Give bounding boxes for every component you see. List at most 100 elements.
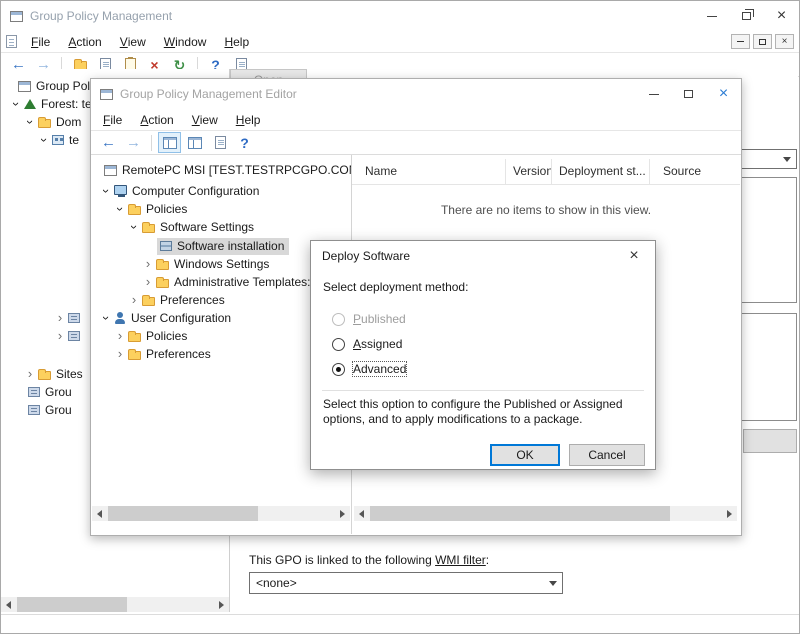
- show-action-pane-icon[interactable]: [183, 132, 206, 153]
- column-header-source[interactable]: Source: [650, 159, 740, 184]
- gpme-results-hscrollbar[interactable]: [354, 506, 737, 521]
- scroll-thumb[interactable]: [370, 506, 670, 521]
- tree-item-policies[interactable]: › Policies: [91, 200, 351, 218]
- gpo-link-icon: [68, 331, 80, 341]
- chevron-expanded-icon[interactable]: ›: [114, 202, 126, 216]
- help-icon[interactable]: ?: [233, 132, 256, 153]
- gpm-tree-hscrollbar[interactable]: [1, 597, 229, 612]
- gpme-caption-buttons: ×: [636, 79, 741, 109]
- child-window-controls: ×: [731, 34, 799, 49]
- scroll-left-icon[interactable]: [1, 597, 16, 612]
- cancel-button[interactable]: Cancel: [569, 444, 645, 466]
- gpme-window-title: Group Policy Management Editor: [120, 87, 297, 101]
- menu-help[interactable]: Help: [227, 109, 270, 130]
- menu-help[interactable]: Help: [215, 31, 258, 52]
- chevron-down-icon[interactable]: [778, 150, 796, 168]
- radio-published[interactable]: Published: [332, 311, 406, 327]
- deploy-software-dialog: Deploy Software × Select deployment meth…: [310, 240, 656, 470]
- menu-action[interactable]: Action: [131, 109, 182, 130]
- show-console-tree-icon[interactable]: [158, 132, 181, 153]
- column-header-version[interactable]: Version: [506, 159, 552, 184]
- chevron-down-icon[interactable]: [544, 573, 562, 593]
- child-minimize-icon[interactable]: [731, 34, 750, 49]
- tree-item-gpo-root[interactable]: RemotePC MSI [TEST.TESTRPCGPO.COM] P: [91, 161, 351, 179]
- minimize-icon[interactable]: [636, 79, 671, 109]
- empty-view-message: There are no items to show in this view.: [352, 203, 740, 217]
- wmi-filter-combobox[interactable]: <none>: [249, 572, 563, 594]
- menu-action[interactable]: Action: [59, 31, 110, 52]
- chevron-expanded-icon[interactable]: ›: [100, 311, 112, 325]
- package-icon: [160, 241, 172, 251]
- console-document-icon: [6, 35, 17, 48]
- ok-button[interactable]: OK: [490, 444, 560, 466]
- menu-view[interactable]: View: [183, 109, 227, 130]
- tree-item-computer-configuration[interactable]: › Computer Configuration: [91, 182, 351, 200]
- chevron-collapsed-icon[interactable]: ›: [53, 312, 67, 324]
- back-icon[interactable]: ←: [97, 132, 120, 153]
- menu-window[interactable]: Window: [155, 31, 216, 52]
- forward-icon[interactable]: →: [122, 132, 145, 153]
- close-icon[interactable]: ×: [706, 79, 741, 109]
- chevron-collapsed-icon[interactable]: ›: [23, 368, 37, 380]
- export-list-icon[interactable]: [208, 132, 231, 153]
- background-button[interactable]: [743, 429, 797, 453]
- scroll-left-icon[interactable]: [92, 506, 107, 521]
- gpme-app-icon: [100, 89, 113, 100]
- child-close-icon[interactable]: ×: [775, 34, 794, 49]
- selected-item-highlight: Software installation: [157, 238, 289, 255]
- chevron-expanded-icon[interactable]: ›: [100, 184, 112, 198]
- wmi-filter-label: This GPO is linked to the following WMI …: [249, 553, 489, 567]
- chevron-expanded-icon[interactable]: ›: [128, 220, 140, 234]
- scroll-thumb[interactable]: [108, 506, 258, 521]
- chevron-collapsed-icon[interactable]: ›: [113, 330, 127, 342]
- dialog-close-icon[interactable]: ×: [615, 243, 653, 269]
- radio-assigned-label: Assigned: [353, 337, 402, 351]
- forest-icon: [24, 99, 36, 109]
- minimize-icon[interactable]: [694, 1, 729, 31]
- maximize-icon[interactable]: [671, 79, 706, 109]
- radio-circle-selected-icon: [332, 363, 345, 376]
- chevron-collapsed-icon[interactable]: ›: [141, 258, 155, 270]
- radio-assigned[interactable]: Assigned: [332, 336, 402, 352]
- results-icon: [28, 405, 40, 415]
- menu-file[interactable]: File: [94, 109, 131, 130]
- chevron-collapsed-icon[interactable]: ›: [141, 276, 155, 288]
- scroll-left-icon[interactable]: [354, 506, 369, 521]
- column-header-name[interactable]: Name: [352, 159, 506, 184]
- console-icon: [18, 81, 31, 92]
- radio-advanced[interactable]: Advanced: [332, 361, 406, 377]
- folder-icon: [38, 371, 51, 380]
- radio-advanced-label: Advanced: [353, 362, 406, 376]
- child-restore-icon[interactable]: [753, 34, 772, 49]
- scroll-thumb[interactable]: [17, 597, 127, 612]
- menu-file[interactable]: File: [22, 31, 59, 52]
- gpo-icon: [104, 165, 117, 176]
- scroll-right-icon[interactable]: [335, 506, 350, 521]
- column-header-deployment-state[interactable]: Deployment st...: [552, 159, 650, 184]
- tree-item-software-settings[interactable]: › Software Settings: [91, 218, 351, 236]
- gpm-app-icon: [10, 11, 23, 22]
- scroll-track[interactable]: [16, 597, 214, 612]
- folder-icon: [128, 333, 141, 342]
- gpme-toolbar: ← → ?: [91, 131, 741, 155]
- scroll-track[interactable]: [369, 506, 722, 521]
- radio-circle-icon: [332, 338, 345, 351]
- close-icon[interactable]: ×: [764, 1, 799, 31]
- divider: [1, 614, 799, 615]
- chevron-collapsed-icon[interactable]: ›: [113, 348, 127, 360]
- chevron-collapsed-icon[interactable]: ›: [127, 294, 141, 306]
- scroll-track[interactable]: [107, 506, 335, 521]
- gpme-tree-hscrollbar[interactable]: [92, 506, 350, 521]
- toolbar-separator: [151, 135, 152, 151]
- modeling-icon: [28, 387, 40, 397]
- scroll-right-icon[interactable]: [722, 506, 737, 521]
- menu-view[interactable]: View: [111, 31, 155, 52]
- chevron-expanded-icon[interactable]: ›: [10, 97, 22, 111]
- scroll-right-icon[interactable]: [214, 597, 229, 612]
- chevron-expanded-icon[interactable]: ›: [24, 115, 36, 129]
- chevron-expanded-icon[interactable]: ›: [38, 133, 50, 147]
- chevron-collapsed-icon[interactable]: ›: [53, 330, 67, 342]
- restore-icon[interactable]: [729, 1, 764, 31]
- desktop: Group Policy Management × File Action Vi…: [0, 0, 800, 634]
- wmi-filter-link: WMI filter: [435, 553, 486, 567]
